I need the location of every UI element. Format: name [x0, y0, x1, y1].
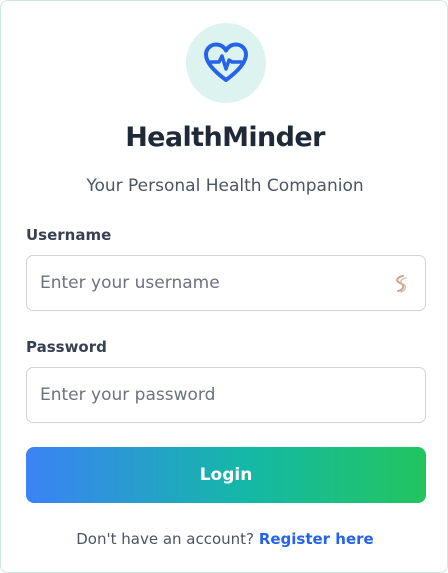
password-input[interactable] [27, 368, 400, 422]
password-label: Password [26, 338, 107, 356]
username-input[interactable] [27, 256, 400, 310]
register-link[interactable]: Register here [259, 530, 374, 548]
heart-pulse-icon [203, 42, 249, 84]
login-card: HealthMinder Your Personal Health Compan… [0, 0, 448, 573]
app-tagline: Your Personal Health Companion [86, 176, 364, 196]
app-title: HealthMinder [125, 122, 325, 153]
logo-badge [186, 23, 266, 103]
username-field-box[interactable] [26, 255, 426, 311]
password-field-box[interactable] [26, 367, 426, 423]
login-button[interactable]: Login [26, 447, 426, 503]
register-prompt: Don't have an account? Register here [1, 529, 448, 549]
username-label: Username [26, 226, 112, 244]
register-prompt-text: Don't have an account? [76, 530, 255, 548]
key-icon[interactable] [391, 274, 409, 294]
